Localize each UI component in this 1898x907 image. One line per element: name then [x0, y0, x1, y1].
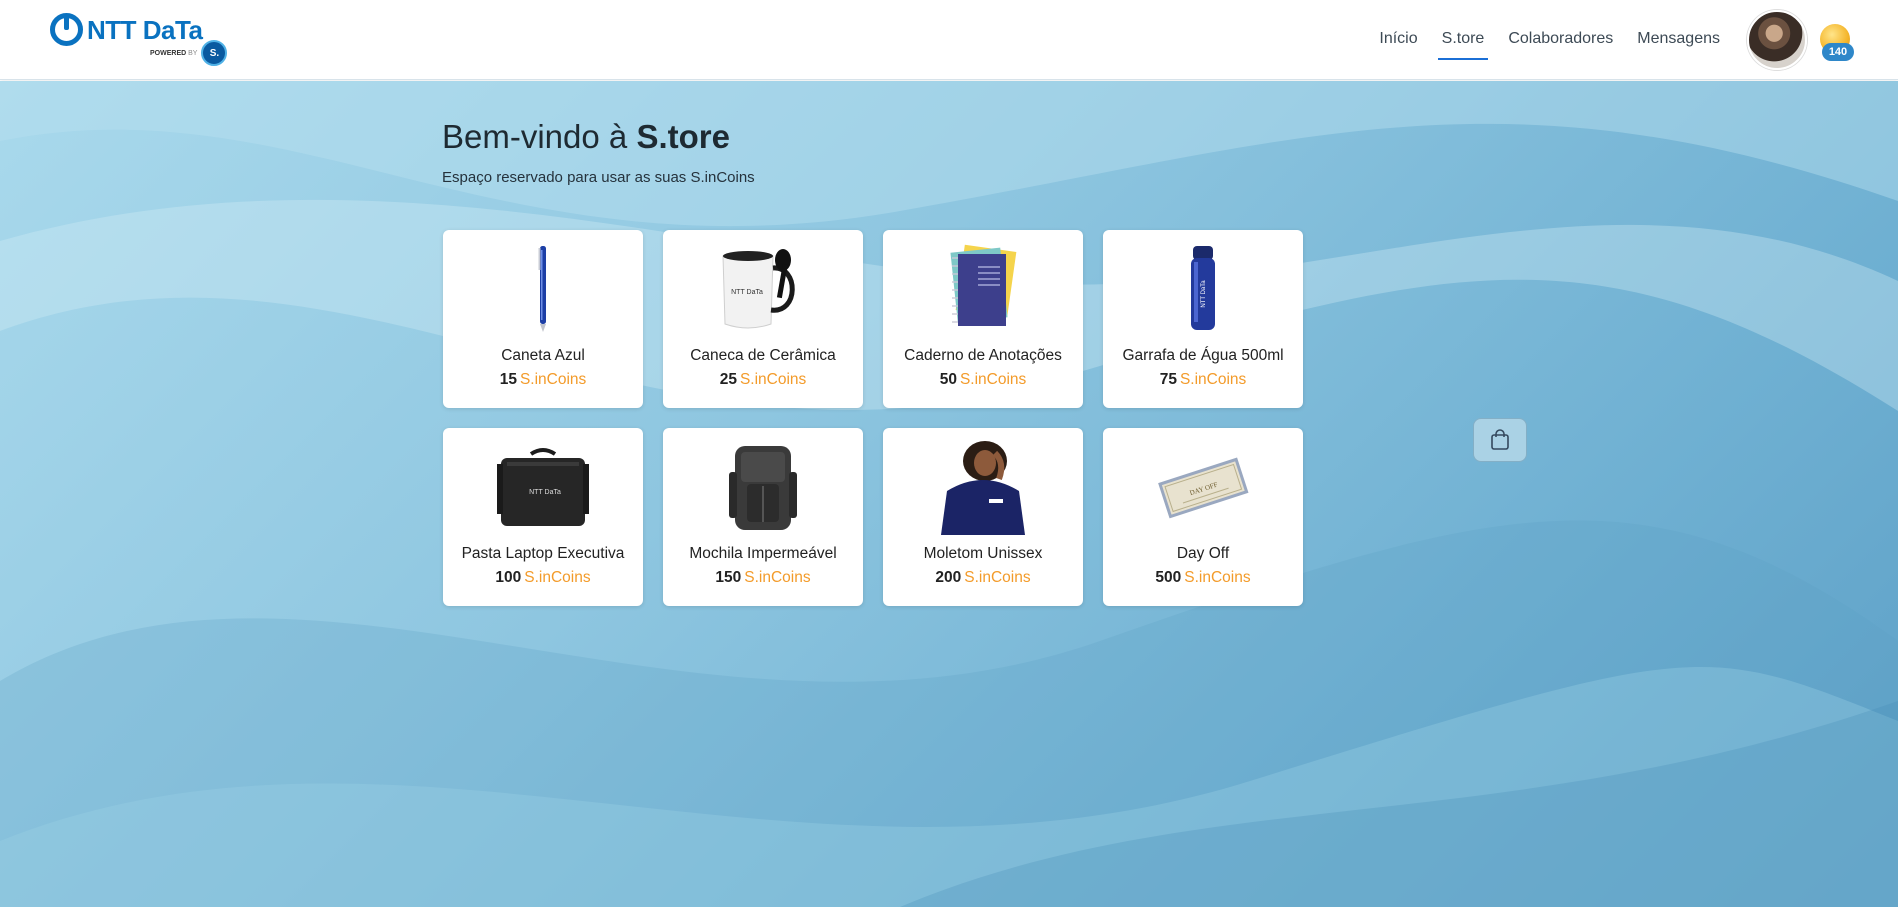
product-name: Caneta Azul: [501, 347, 585, 364]
svg-text:NTT DaTa: NTT DaTa: [731, 289, 763, 296]
cart-button[interactable]: [1473, 418, 1527, 462]
shopping-bag-icon: [1491, 429, 1509, 450]
price-currency: S.inCoins: [739, 371, 807, 388]
product-name: Garrafa de Água 500ml: [1122, 347, 1284, 364]
voucher-image: DAY OFF: [1103, 442, 1303, 532]
price-value: 50: [939, 371, 957, 388]
mug-image: NTT DaTa: [663, 244, 863, 334]
price-value: 15: [499, 371, 517, 388]
price-currency: S.inCoins: [1184, 569, 1251, 586]
price-currency: S.inCoins: [959, 371, 1027, 388]
price-currency: S.inCoins: [744, 569, 811, 586]
product-card[interactable]: NTT DaTa Pasta Laptop Executiva 100 S.inC…: [443, 428, 643, 606]
bottle-image: NTT DaTa: [1103, 244, 1303, 334]
ntt-data-logo[interactable]: NTT DaTa POWERED BY S.: [50, 13, 230, 67]
product-name: Caneca de Cerâmica: [690, 347, 836, 364]
product-card[interactable]: DAY OFF Day Off 500 S.inCoins: [1103, 428, 1303, 606]
pen-image: [443, 244, 643, 334]
product-price: 500 S.inCoins: [1103, 569, 1303, 587]
main-nav: Início S.tore Colaboradores Mensagens: [1359, 0, 1724, 80]
product-price: 25 S.inCoins: [663, 371, 863, 389]
nav-mensagens[interactable]: Mensagens: [1633, 0, 1724, 80]
product-card[interactable]: Moletom Unissex 200 S.inCoins: [883, 428, 1083, 606]
product-name: Mochila Impermeável: [689, 545, 837, 562]
product-price: 50 S.inCoins: [883, 371, 1083, 389]
product-name: Pasta Laptop Executiva: [461, 545, 625, 562]
powered-by-label: BY: [188, 49, 198, 57]
product-name: Day Off: [1176, 545, 1230, 562]
page-title: Bem-vindo à S.tore: [442, 118, 730, 156]
page-subtitle: Espaço reservado para usar as suas S.inC…: [442, 169, 755, 186]
product-price: 15 S.inCoins: [443, 371, 643, 389]
svg-text:NTT DaTa: NTT DaTa: [529, 489, 561, 496]
price-currency: S.inCoins: [964, 569, 1031, 586]
product-card[interactable]: Caderno de Anotações 50 S.inCoins: [883, 230, 1083, 408]
price-value: 200: [935, 569, 962, 586]
product-price: 75 S.inCoins: [1103, 371, 1303, 389]
product-name: Moletom Unissex: [923, 545, 1043, 562]
user-avatar[interactable]: [1747, 10, 1807, 70]
price-value: 75: [1159, 371, 1177, 388]
price-value: 150: [715, 569, 742, 586]
price-value: 500: [1155, 569, 1182, 586]
product-price: 150 S.inCoins: [663, 569, 863, 587]
product-price: 100 S.inCoins: [443, 569, 643, 587]
title-prefix: Bem-vindo à: [442, 118, 637, 155]
coin-balance-badge: 140: [1822, 43, 1854, 61]
top-navbar: NTT DaTa POWERED BY S. Início S.tore Col…: [0, 0, 1898, 80]
power-ring-icon: [50, 13, 83, 46]
s-brand-badge: S.: [201, 40, 228, 66]
price-currency: S.inCoins: [519, 371, 587, 388]
title-brand: S.tore: [636, 118, 730, 155]
nav-inicio[interactable]: Início: [1375, 0, 1421, 80]
price-currency: S.inCoins: [1179, 371, 1247, 388]
price-value: 100: [495, 569, 522, 586]
price-currency: S.inCoins: [524, 569, 591, 586]
product-card[interactable]: Mochila Impermeável 150 S.inCoins: [663, 428, 863, 606]
svg-text:NTT DaTa: NTT DaTa: [1201, 280, 1207, 308]
backpack-image: [663, 442, 863, 532]
laptop-bag-image: NTT DaTa: [443, 442, 643, 532]
hoodie-image: [883, 441, 1083, 535]
product-card[interactable]: NTT DaTa Garrafa de Água 500ml 75 S.inCoi…: [1103, 230, 1303, 408]
powered-by: POWERED BY S.: [150, 40, 228, 66]
notebook-image: [883, 244, 1083, 334]
product-name: Caderno de Anotações: [904, 347, 1062, 364]
nav-colaboradores[interactable]: Colaboradores: [1504, 0, 1617, 80]
nav-store[interactable]: S.tore: [1437, 0, 1489, 80]
product-card[interactable]: Caneta Azul 15 S.inCoins: [443, 230, 643, 408]
product-price: 200 S.inCoins: [883, 569, 1083, 587]
powered-label: POWERED: [150, 49, 187, 57]
price-value: 25: [719, 371, 737, 388]
product-card[interactable]: NTT DaTa Caneca de Cerâmica 25 S.inCoins: [663, 230, 863, 408]
